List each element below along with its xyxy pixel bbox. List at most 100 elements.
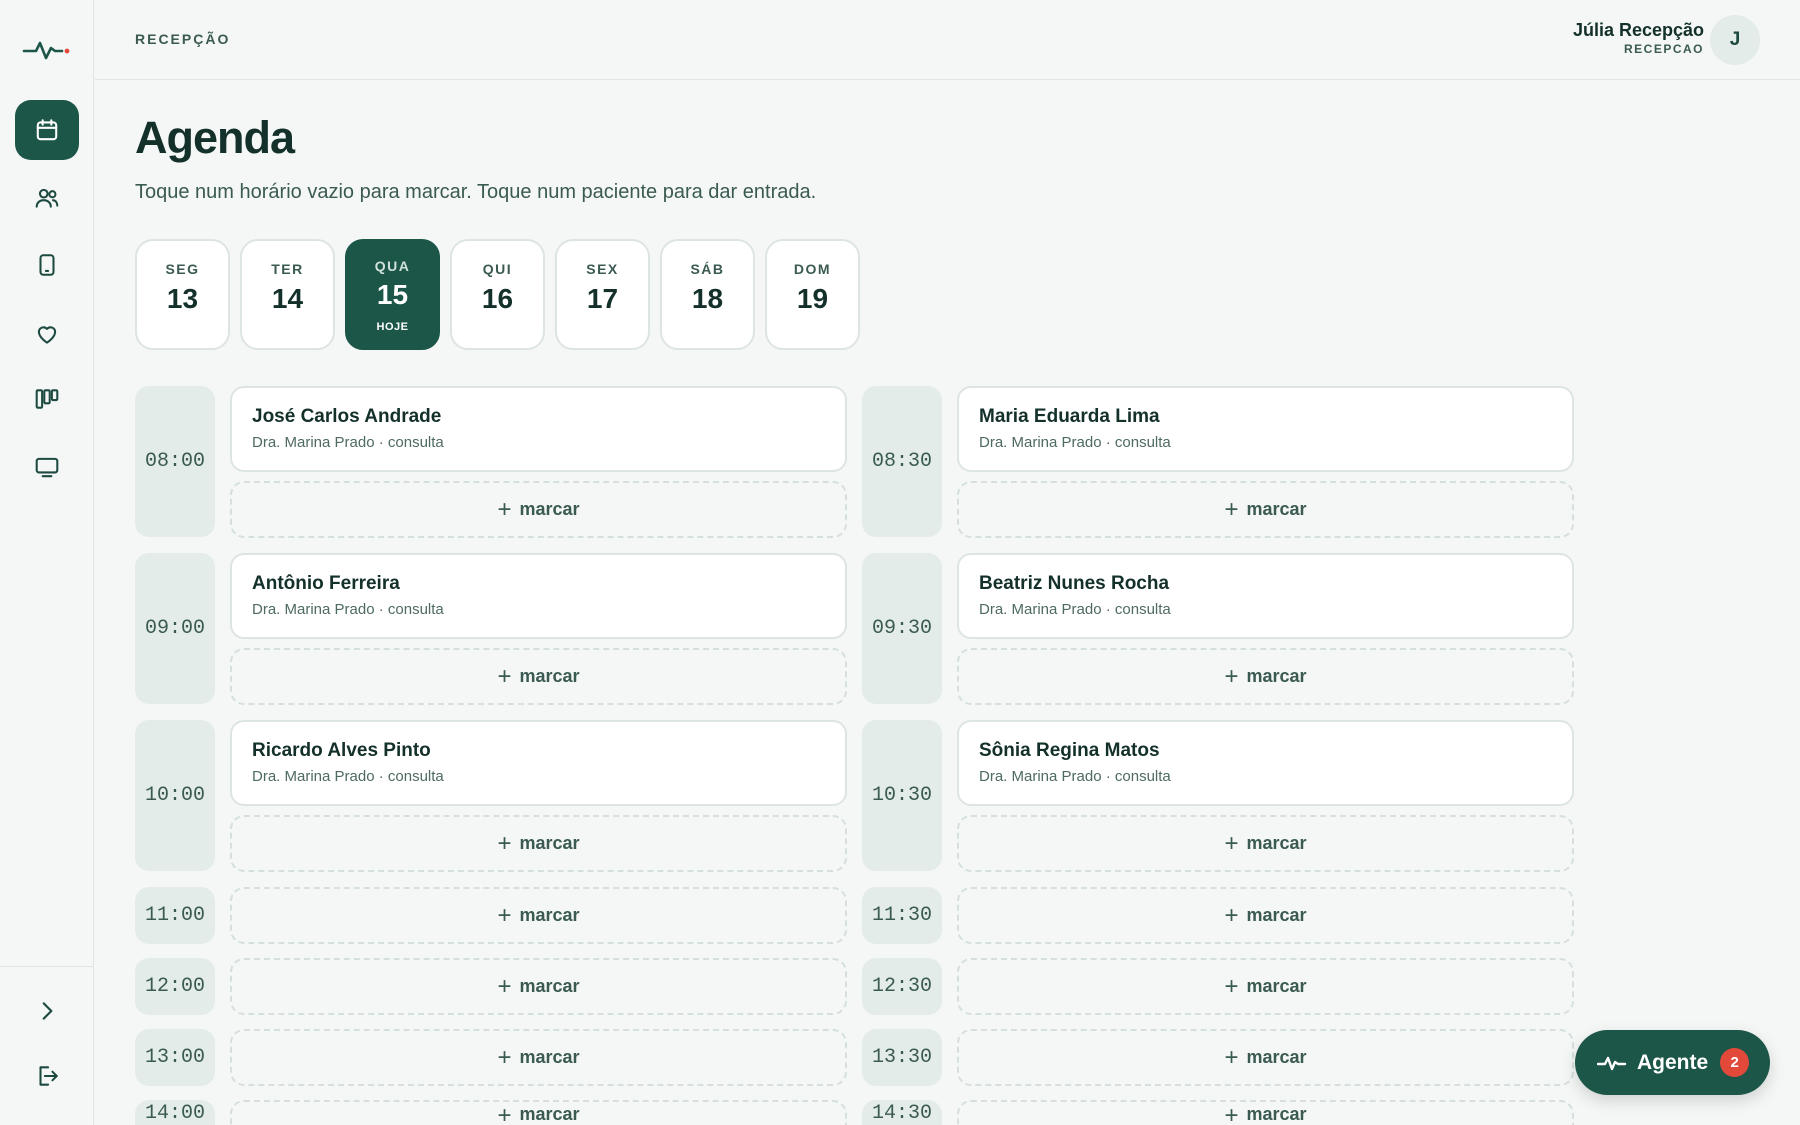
day-sab[interactable]: SÁB 18 xyxy=(660,239,755,350)
book-slot-button[interactable]: + marcar xyxy=(230,1100,847,1125)
tablet-icon xyxy=(39,254,55,276)
book-slot-button[interactable]: + marcar xyxy=(957,958,1574,1015)
time-slot-label: 09:00 xyxy=(135,553,215,704)
book-label: marcar xyxy=(1246,1104,1307,1124)
plus-icon: + xyxy=(1224,829,1239,857)
nav-agenda[interactable] xyxy=(15,100,79,160)
plus-icon: + xyxy=(1224,495,1239,523)
book-label: marcar xyxy=(1246,499,1307,519)
time-slot-label: 14:30 xyxy=(862,1100,942,1125)
nav-health[interactable] xyxy=(15,304,79,364)
day-number: 16 xyxy=(481,283,514,314)
page-subtitle: Toque num horário vazio para marcar. Toq… xyxy=(135,181,817,203)
chevron-right-icon xyxy=(42,1002,53,1020)
plus-icon: + xyxy=(1224,901,1239,929)
plus-icon: + xyxy=(497,1043,512,1071)
logout-icon xyxy=(39,1066,58,1086)
book-label: marcar xyxy=(519,1047,580,1067)
day-qui[interactable]: QUI 16 xyxy=(450,239,545,350)
book-slot-button[interactable]: + marcar xyxy=(957,1100,1574,1125)
book-slot-button[interactable]: + marcar xyxy=(230,815,847,872)
day-ter[interactable]: TER 14 xyxy=(240,239,335,350)
day-number: 17 xyxy=(586,283,619,314)
time-slot-label: 12:30 xyxy=(862,958,942,1015)
plus-icon: + xyxy=(1224,662,1239,690)
page-title: Agenda xyxy=(135,112,295,163)
day-number: 13 xyxy=(166,283,199,314)
appointment-info: Dra. Marina Prado · consulta xyxy=(979,601,1171,618)
appointment-card[interactable]: Maria Eduarda Lima Dra. Marina Prado · c… xyxy=(957,386,1574,472)
appointment-card[interactable]: Antônio Ferreira Dra. Marina Prado · con… xyxy=(230,553,847,639)
book-slot-button[interactable]: + marcar xyxy=(957,481,1574,538)
agent-notification-badge: 2 xyxy=(1720,1048,1750,1077)
appointment-card[interactable]: Beatriz Nunes Rocha Dra. Marina Prado · … xyxy=(957,553,1574,639)
logout-button[interactable] xyxy=(15,1046,79,1106)
time-slot-label: 11:00 xyxy=(135,887,215,944)
book-label: marcar xyxy=(519,666,580,686)
avatar[interactable]: J xyxy=(1710,15,1760,65)
appointment-info: Dra. Marina Prado · consulta xyxy=(979,768,1171,785)
appointment-card[interactable]: Ricardo Alves Pinto Dra. Marina Prado · … xyxy=(230,720,847,806)
book-slot-button[interactable]: + marcar xyxy=(957,1029,1574,1086)
patient-name: Antônio Ferreira xyxy=(252,573,400,594)
agent-button[interactable]: Agente 2 xyxy=(1575,1030,1770,1095)
book-label: marcar xyxy=(519,976,580,996)
book-slot-button[interactable]: + marcar xyxy=(957,648,1574,705)
day-seg[interactable]: SEG 13 xyxy=(135,239,230,350)
time-slot-label: 08:30 xyxy=(862,386,942,537)
time-slot-label: 14:00 xyxy=(135,1100,215,1125)
day-number: 18 xyxy=(691,283,724,314)
time-slot-label: 11:30 xyxy=(862,887,942,944)
plus-icon: + xyxy=(497,901,512,929)
book-label: marcar xyxy=(1246,666,1307,686)
book-slot-button[interactable]: + marcar xyxy=(230,648,847,705)
nav-patients[interactable] xyxy=(15,168,79,228)
plus-icon: + xyxy=(497,829,512,857)
book-label: marcar xyxy=(519,1104,580,1124)
users-icon xyxy=(35,188,59,208)
plus-icon: + xyxy=(1224,1043,1239,1071)
appointment-card[interactable]: Sônia Regina Matos Dra. Marina Prado · c… xyxy=(957,720,1574,806)
day-name: DOM xyxy=(793,261,832,277)
nav-kanban[interactable] xyxy=(15,369,79,429)
day-name: SEG xyxy=(165,261,200,277)
day-number: 19 xyxy=(796,283,829,314)
agent-label: Agente xyxy=(1637,1050,1709,1074)
day-dom[interactable]: DOM 19 xyxy=(765,239,860,350)
day-name: SEX xyxy=(586,261,619,277)
day-qua-today[interactable]: QUA 15 HOJE xyxy=(345,239,440,350)
day-name: TER xyxy=(271,261,304,277)
kanban-icon xyxy=(35,389,59,409)
book-slot-button[interactable]: + marcar xyxy=(230,887,847,944)
book-slot-button[interactable]: + marcar xyxy=(230,958,847,1015)
heart-icon xyxy=(37,326,57,344)
appointment-info: Dra. Marina Prado · consulta xyxy=(252,434,444,451)
patient-name: Maria Eduarda Lima xyxy=(979,406,1160,427)
today-tag: HOJE xyxy=(376,321,409,333)
book-slot-button[interactable]: + marcar xyxy=(957,887,1574,944)
book-slot-button[interactable]: + marcar xyxy=(957,815,1574,872)
appointment-info: Dra. Marina Prado · consulta xyxy=(252,601,444,618)
time-slot-label: 09:30 xyxy=(862,553,942,704)
appointment-info: Dra. Marina Prado · consulta xyxy=(252,768,444,785)
nav-display[interactable] xyxy=(15,437,79,497)
plus-icon: + xyxy=(1224,972,1239,1000)
time-slot-label: 10:00 xyxy=(135,720,215,871)
user-name: Júlia Recepção xyxy=(1572,20,1704,40)
book-label: marcar xyxy=(519,499,580,519)
day-sex[interactable]: SEX 17 xyxy=(555,239,650,350)
calendar-icon xyxy=(36,119,58,141)
appointment-card[interactable]: José Carlos Andrade Dra. Marina Prado · … xyxy=(230,386,847,472)
book-slot-button[interactable]: + marcar xyxy=(230,481,847,538)
patient-name: Beatriz Nunes Rocha xyxy=(979,573,1170,594)
nav-tablet[interactable] xyxy=(15,235,79,295)
book-label: marcar xyxy=(519,833,580,853)
day-number: 15 xyxy=(376,279,409,310)
time-slot-label: 13:00 xyxy=(135,1029,215,1086)
pulse-icon xyxy=(1597,1056,1627,1070)
time-slot-label: 10:30 xyxy=(862,720,942,871)
book-slot-button[interactable]: + marcar xyxy=(230,1029,847,1086)
top-bar: RECEPÇÃO Júlia Recepção RECEPCAO J xyxy=(95,0,1800,80)
plus-icon: + xyxy=(497,972,512,1000)
expand-sidebar-button[interactable] xyxy=(15,981,79,1041)
